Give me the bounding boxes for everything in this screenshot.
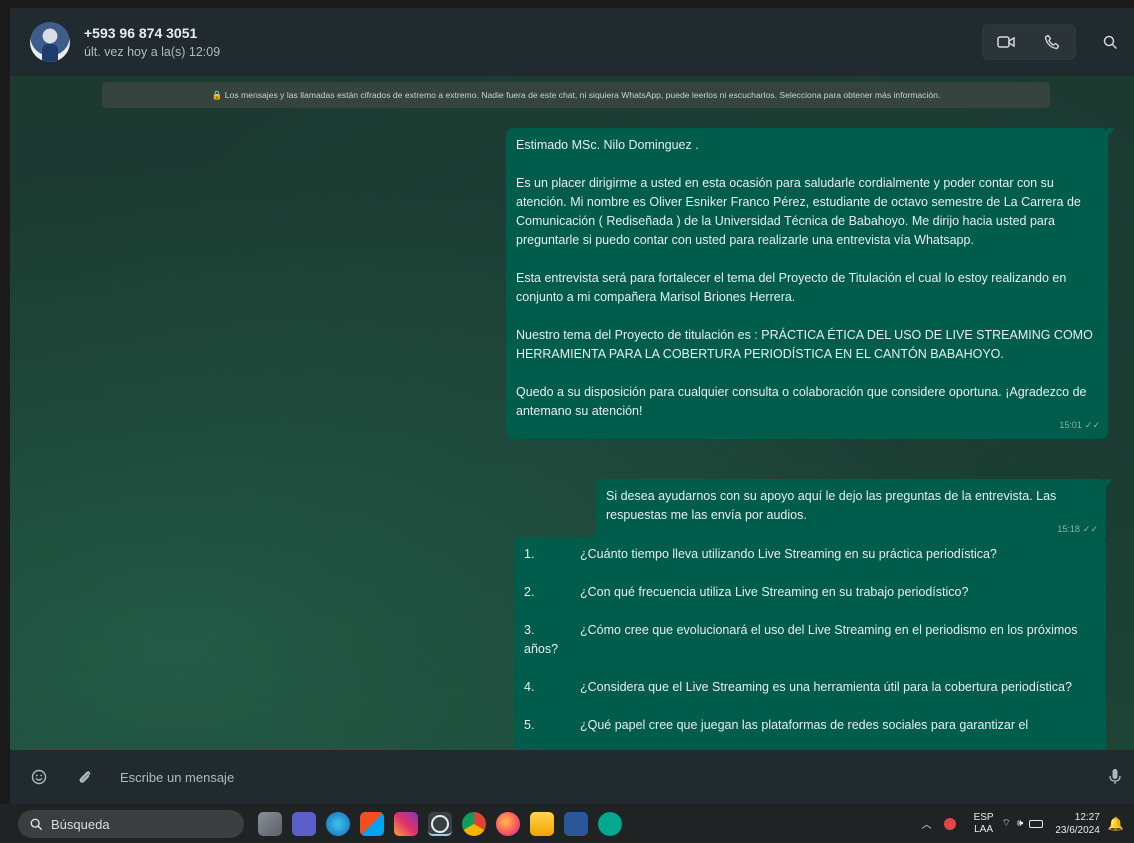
- question-item: 5. ¿Qué papel cree que juegan las platafo…: [524, 716, 1096, 735]
- input-language[interactable]: ESP LAA: [974, 812, 994, 836]
- voice-call-icon[interactable]: [1029, 25, 1075, 59]
- keyboard-layout: LAA: [974, 823, 994, 835]
- message-time: 15:01: [1059, 420, 1082, 430]
- search-icon: [30, 818, 43, 830]
- bubble-tail: [1105, 479, 1113, 488]
- whatsapp-icon[interactable]: [428, 812, 452, 836]
- battery-icon[interactable]: [1029, 819, 1044, 828]
- windows-taskbar: Búsqueda ︿ ESP LAA ⌔ 🕪 12:27 23/6/2024 🔔: [0, 804, 1134, 843]
- task-view-icon[interactable]: [258, 812, 282, 836]
- chevron-up-icon[interactable]: ︿: [922, 816, 932, 831]
- contact-last-seen: últ. vez hoy a la(s) 12:09: [84, 45, 221, 59]
- message-paragraph: Si desea ayudarnos con su apoyo aquí le …: [606, 489, 1057, 522]
- double-check-icon: ✓✓: [1084, 420, 1100, 430]
- message-meta: 15:01 ✓✓: [1059, 416, 1100, 435]
- system-tray: ︿ ESP LAA ⌔ 🕪 12:27 23/6/2024 🔔: [922, 804, 1134, 843]
- chrome-icon[interactable]: [462, 812, 486, 836]
- instagram-icon[interactable]: [394, 812, 418, 836]
- firefox-icon[interactable]: [496, 812, 520, 836]
- message-list[interactable]: 🔒 Los mensajes y las llamadas están cifr…: [10, 76, 1134, 750]
- file-explorer-icon[interactable]: [530, 812, 554, 836]
- chat-header: +593 96 874 3051 últ. vez hoy a la(s) 12…: [10, 8, 1134, 76]
- message-paragraph: Es un placer dirigirme a usted en esta o…: [516, 176, 1081, 247]
- header-actions: [982, 8, 1134, 76]
- message-paragraph: Estimado MSc. Nilo Dominguez .: [516, 138, 699, 152]
- microphone-icon[interactable]: [1102, 764, 1128, 790]
- question-number: 2.: [524, 585, 535, 599]
- clock[interactable]: 12:27 23/6/2024: [1055, 811, 1100, 837]
- bubble-tail: [1107, 128, 1115, 137]
- video-call-icon[interactable]: [983, 25, 1029, 59]
- question-number: 1.: [524, 547, 535, 561]
- emoji-icon[interactable]: [26, 764, 52, 790]
- taskbar-search[interactable]: Búsqueda: [18, 810, 244, 838]
- question-text: ¿Considera que el Live Streaming es una …: [580, 680, 1072, 694]
- whatsapp-window: +593 96 874 3051 últ. vez hoy a la(s) 12…: [10, 8, 1134, 804]
- encryption-notice[interactable]: 🔒 Los mensajes y las llamadas están cifr…: [102, 82, 1050, 108]
- outgoing-message[interactable]: Si desea ayudarnos con su apoyo aquí le …: [596, 479, 1113, 543]
- question-number: 4.: [524, 680, 535, 694]
- question-item: 2. ¿Con qué frecuencia utiliza Live Strea…: [524, 583, 1096, 602]
- outgoing-message[interactable]: Estimado MSc. Nilo Dominguez . Es un pla…: [506, 128, 1115, 439]
- search-label: Búsqueda: [51, 816, 110, 832]
- clock-date: 23/6/2024: [1055, 824, 1100, 836]
- kaspersky-icon[interactable]: [598, 812, 622, 836]
- edge-icon[interactable]: [326, 812, 350, 836]
- clock-time: 12:27: [1074, 811, 1100, 823]
- store-icon[interactable]: [360, 812, 384, 836]
- wifi-icon[interactable]: ⌔: [1002, 817, 1011, 830]
- contact-avatar[interactable]: [30, 22, 70, 62]
- search-icon[interactable]: [1090, 22, 1130, 62]
- volume-icon[interactable]: 🕪: [1017, 818, 1023, 829]
- message-input[interactable]: [120, 766, 1080, 788]
- question-item: 3. ¿Cómo cree que evolucionará el uso del…: [524, 621, 1096, 659]
- question-text: ¿Cuánto tiempo lleva utilizando Live Str…: [580, 547, 997, 561]
- call-button-group: [982, 24, 1076, 60]
- message-paragraph: Nuestro tema del Proyecto de titulación …: [516, 328, 1093, 361]
- notifications-bell-icon[interactable]: 🔔: [1108, 816, 1124, 832]
- security-tray-icon[interactable]: [943, 817, 956, 830]
- message-paragraph: Esta entrevista será para fortalecer el …: [516, 271, 1067, 304]
- question-text: ¿Qué papel cree que juegan las plataform…: [580, 718, 1029, 732]
- attach-icon[interactable]: [72, 764, 98, 790]
- outgoing-message[interactable]: 1. ¿Cuánto tiempo lleva utilizando Live S…: [514, 537, 1106, 750]
- word-icon[interactable]: [564, 812, 588, 836]
- message-paragraph: Quedo a su disposición para cualquier co…: [516, 385, 1087, 418]
- question-number: 5.: [524, 718, 535, 732]
- question-item: 4. ¿Considera que el Live Streaming es un…: [524, 678, 1096, 697]
- message-composer: [10, 750, 1134, 804]
- question-item: 1. ¿Cuánto tiempo lleva utilizando Live S…: [524, 545, 1096, 564]
- bubble-tail: [1105, 537, 1106, 546]
- question-text: ¿Cómo cree que evolucionará el uso del L…: [524, 623, 1078, 656]
- teams-icon[interactable]: [292, 812, 316, 836]
- question-text: ¿Con qué frecuencia utiliza Live Streami…: [580, 585, 969, 599]
- contact-name: +593 96 874 3051: [84, 25, 198, 41]
- contact-info[interactable]: +593 96 874 3051 últ. vez hoy a la(s) 12…: [84, 25, 220, 59]
- language-code: ESP: [973, 811, 994, 823]
- question-number: 3.: [524, 623, 535, 637]
